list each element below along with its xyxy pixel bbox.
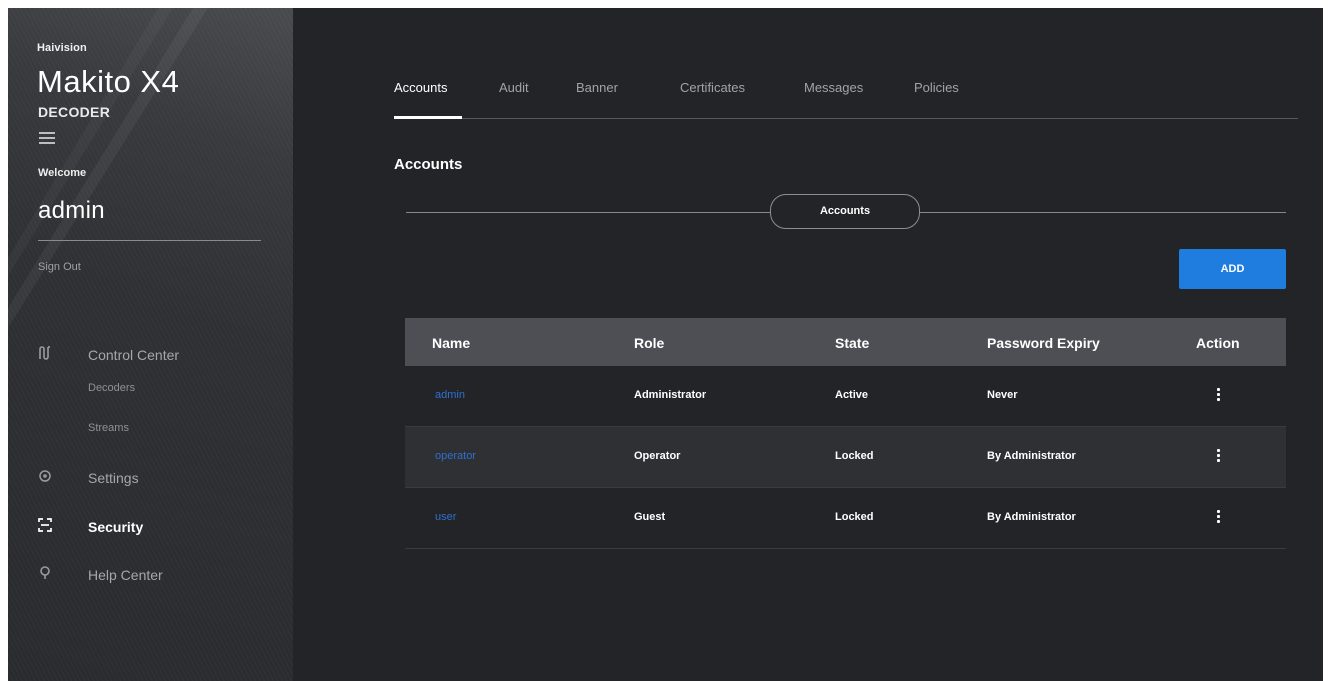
account-role: Operator bbox=[634, 450, 681, 462]
column-header-action: Action bbox=[1196, 335, 1240, 351]
column-header-state[interactable]: State bbox=[835, 335, 869, 351]
account-password-expiry: By Administrator bbox=[987, 450, 1076, 462]
table-row: admin Administrator Active Never bbox=[405, 366, 1286, 427]
product-name: Makito X4 bbox=[37, 64, 180, 99]
account-role: Administrator bbox=[634, 389, 707, 401]
hamburger-menu-icon[interactable] bbox=[39, 132, 55, 144]
tab-audit[interactable]: Audit bbox=[499, 80, 529, 95]
account-password-expiry: By Administrator bbox=[987, 511, 1076, 523]
table-row: user Guest Locked By Administrator bbox=[405, 488, 1286, 549]
account-state: Locked bbox=[835, 450, 874, 462]
tab-bar-divider bbox=[394, 118, 1298, 119]
sidebar: Haivision Makito X4 DECODER Welcome admi… bbox=[8, 8, 293, 681]
sign-out-link[interactable]: Sign Out bbox=[38, 261, 81, 273]
add-account-button[interactable]: ADD bbox=[1179, 249, 1286, 289]
user-divider bbox=[38, 240, 261, 241]
section-divider-right bbox=[920, 212, 1286, 213]
control-center-icon bbox=[36, 345, 54, 363]
gear-icon bbox=[36, 468, 54, 486]
welcome-label: Welcome bbox=[38, 167, 87, 179]
more-actions-icon[interactable] bbox=[1211, 508, 1225, 528]
more-actions-icon[interactable] bbox=[1211, 447, 1225, 467]
table-row: operator Operator Locked By Administrato… bbox=[405, 427, 1286, 488]
company-logo: Haivision bbox=[37, 42, 87, 54]
tab-messages[interactable]: Messages bbox=[804, 80, 863, 95]
active-tab-indicator bbox=[394, 116, 462, 119]
account-name-link[interactable]: user bbox=[435, 511, 456, 523]
sidebar-item-label: Settings bbox=[88, 470, 139, 486]
app-window: Haivision Makito X4 DECODER Welcome admi… bbox=[8, 8, 1323, 681]
sidebar-item-label: Help Center bbox=[88, 567, 163, 583]
account-name-link[interactable]: operator bbox=[435, 450, 476, 462]
section-divider-left bbox=[406, 212, 770, 213]
sidebar-subitem-decoders[interactable]: Decoders bbox=[88, 382, 135, 394]
product-subtitle: DECODER bbox=[38, 104, 111, 120]
accounts-table: Name Role State Password Expiry Action a… bbox=[405, 318, 1286, 549]
tab-certificates[interactable]: Certificates bbox=[680, 80, 745, 95]
column-header-password-expiry[interactable]: Password Expiry bbox=[987, 335, 1100, 351]
sidebar-item-control-center[interactable]: Control Center bbox=[8, 341, 293, 369]
tab-banner[interactable]: Banner bbox=[576, 80, 618, 95]
account-state: Locked bbox=[835, 511, 874, 523]
sidebar-item-help-center[interactable]: Help Center bbox=[8, 561, 293, 589]
security-icon bbox=[36, 517, 54, 535]
sidebar-item-settings[interactable]: Settings bbox=[8, 464, 293, 492]
account-role: Guest bbox=[634, 511, 666, 523]
sidebar-subitem-streams[interactable]: Streams bbox=[88, 422, 129, 434]
account-state: Active bbox=[835, 389, 869, 401]
page-title: Accounts bbox=[394, 156, 463, 173]
tab-policies[interactable]: Policies bbox=[914, 80, 959, 95]
account-password-expiry: Never bbox=[987, 389, 1018, 401]
more-actions-icon[interactable] bbox=[1211, 386, 1225, 406]
column-header-role[interactable]: Role bbox=[634, 335, 664, 351]
account-name-link[interactable]: admin bbox=[435, 389, 465, 401]
sidebar-item-label: Control Center bbox=[88, 347, 180, 363]
accounts-section-pill[interactable]: Accounts bbox=[770, 194, 920, 229]
tab-accounts[interactable]: Accounts bbox=[394, 80, 447, 95]
sidebar-item-label: Security bbox=[88, 519, 144, 535]
username: admin bbox=[38, 197, 105, 224]
sidebar-item-security[interactable]: Security bbox=[8, 513, 293, 541]
table-header: Name Role State Password Expiry Action bbox=[405, 318, 1286, 366]
help-icon bbox=[36, 565, 54, 583]
column-header-name[interactable]: Name bbox=[432, 335, 470, 351]
